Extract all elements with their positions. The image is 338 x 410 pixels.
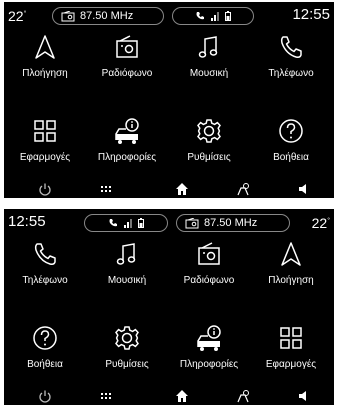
phone-icon <box>276 32 306 62</box>
vehicle-info-icon <box>112 116 142 146</box>
app-apps[interactable]: Εφαρμογές <box>4 110 86 180</box>
radio-icon <box>194 239 224 269</box>
app-music[interactable]: Μουσική <box>86 233 168 303</box>
app-apps[interactable]: Εφαρμογές <box>250 317 332 387</box>
battery-icon <box>138 218 144 228</box>
vehicle-info-icon <box>194 323 224 353</box>
app-info[interactable]: Πληροφορίες <box>168 317 250 387</box>
app-label: Πληροφορίες <box>97 152 157 163</box>
help-question-icon <box>30 323 60 353</box>
app-label: Βοήθεια <box>27 359 63 370</box>
navigation-arrow-icon <box>30 32 60 62</box>
app-label: Πλοήγηση <box>22 68 68 79</box>
app-label: Ρυθμίσεις <box>105 359 149 370</box>
home-icon[interactable] <box>175 389 189 403</box>
volume-icon[interactable] <box>296 389 310 403</box>
phone-status-pill[interactable] <box>84 214 168 232</box>
app-help[interactable]: Βοήθεια <box>250 110 332 180</box>
app-label: Βοήθεια <box>273 152 309 163</box>
navigation-arrow-icon <box>276 239 306 269</box>
radio-small-icon <box>61 10 75 22</box>
app-help[interactable]: Βοήθεια <box>4 317 86 387</box>
app-navigation[interactable]: Πλοήγηση <box>250 233 332 303</box>
phone-status-pill[interactable] <box>172 7 254 25</box>
app-label: Μουσική <box>189 68 229 79</box>
bottom-toolbar <box>4 387 334 405</box>
signal-strength-icon <box>210 11 220 21</box>
help-question-icon <box>276 116 306 146</box>
signal-strength-icon <box>123 218 133 228</box>
gear-icon <box>112 323 142 353</box>
power-icon[interactable] <box>38 389 52 403</box>
volume-icon[interactable] <box>296 182 310 196</box>
radio-frequency: 87.50 MHz <box>204 217 258 229</box>
app-radio[interactable]: Ραδιόφωνο <box>168 233 250 303</box>
app-label: Ραδιόφωνο <box>183 275 235 286</box>
app-info[interactable]: Πληροφορίες <box>86 110 168 180</box>
app-settings[interactable]: Ρυθμίσεις <box>168 110 250 180</box>
home-screen-left-hand-drive: 22° 87.50 MHz 12:55 Πλοήγηση Ραδιόφωνο Μ… <box>4 2 334 198</box>
battery-icon <box>225 11 231 21</box>
phone-small-icon <box>195 11 205 21</box>
app-label: Τηλέφωνο <box>22 275 68 286</box>
bottom-toolbar <box>4 180 334 198</box>
app-label: Πληροφορίες <box>179 359 239 370</box>
temperature-readout: 22° <box>8 8 27 24</box>
temperature-readout: 22° <box>311 215 330 231</box>
app-music[interactable]: Μουσική <box>168 26 250 96</box>
app-label: Ραδιόφωνο <box>101 68 153 79</box>
clock: 12:55 <box>292 6 330 23</box>
driving-eco-icon[interactable] <box>236 389 250 403</box>
gear-icon <box>194 116 224 146</box>
app-label: Τηλέφωνο <box>268 68 314 79</box>
radio-frequency: 87.50 MHz <box>80 10 134 22</box>
grid-dots-icon[interactable] <box>99 389 113 403</box>
app-label: Μουσική <box>107 275 147 286</box>
app-phone[interactable]: Τηλέφωνο <box>4 233 86 303</box>
app-radio[interactable]: Ραδιόφωνο <box>86 26 168 96</box>
app-settings[interactable]: Ρυθμίσεις <box>86 317 168 387</box>
radio-station-pill[interactable]: 87.50 MHz <box>52 7 164 25</box>
app-label: Εφαρμογές <box>265 359 317 370</box>
radio-small-icon <box>185 217 199 229</box>
power-icon[interactable] <box>38 182 52 196</box>
app-label: Πλοήγηση <box>268 275 314 286</box>
driving-eco-icon[interactable] <box>236 182 250 196</box>
phone-icon <box>30 239 60 269</box>
music-note-icon <box>194 32 224 62</box>
app-label: Ρυθμίσεις <box>187 152 231 163</box>
radio-icon <box>112 32 142 62</box>
music-note-icon <box>112 239 142 269</box>
radio-station-pill[interactable]: 87.50 MHz <box>176 214 290 232</box>
app-label: Εφαρμογές <box>19 152 71 163</box>
app-phone[interactable]: Τηλέφωνο <box>250 26 332 96</box>
apps-grid-icon <box>30 116 60 146</box>
clock: 12:55 <box>8 213 46 230</box>
phone-small-icon <box>108 218 118 228</box>
app-navigation[interactable]: Πλοήγηση <box>4 26 86 96</box>
home-icon[interactable] <box>175 182 189 196</box>
grid-dots-icon[interactable] <box>99 182 113 196</box>
apps-grid-icon <box>276 323 306 353</box>
home-screen-right-hand-drive: 12:55 87.50 MHz 22° Τηλέφωνο Μουσική Ραδ… <box>4 209 334 405</box>
